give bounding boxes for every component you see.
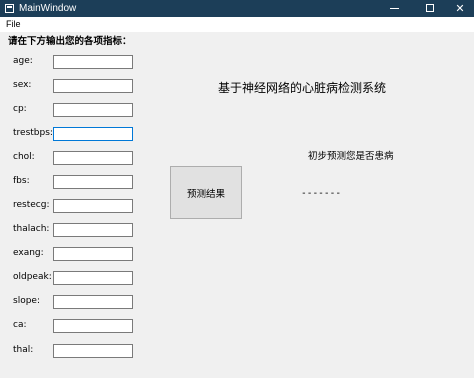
input-sex[interactable] xyxy=(53,79,133,93)
label-exang: exang: xyxy=(13,248,44,258)
form-header: 请在下方输出您的各项指标： xyxy=(8,36,132,47)
input-exang[interactable] xyxy=(53,247,133,261)
menu-bar: File xyxy=(0,17,474,32)
input-thal[interactable] xyxy=(53,344,133,358)
input-trestbps[interactable] xyxy=(53,127,133,141)
label-chol: chol: xyxy=(13,152,35,162)
label-thalach: thalach: xyxy=(13,224,50,234)
label-oldpeak: oldpeak: xyxy=(13,272,52,282)
app-window-icon xyxy=(5,4,14,13)
main-panel: 请在下方输出您的各项指标： age: sex: cp: trestbps: ch… xyxy=(0,32,474,378)
input-cp[interactable] xyxy=(53,103,133,117)
input-age[interactable] xyxy=(53,55,133,69)
title-bar: MainWindow ✕ xyxy=(0,0,474,17)
predict-button[interactable]: 预测结果 xyxy=(170,166,242,219)
menu-file[interactable]: File xyxy=(6,19,21,30)
close-icon: ✕ xyxy=(455,2,465,15)
input-slope[interactable] xyxy=(53,295,133,309)
input-oldpeak[interactable] xyxy=(53,271,133,285)
label-slope: slope: xyxy=(13,296,40,306)
label-restecg: restecg: xyxy=(13,200,50,210)
input-thalach[interactable] xyxy=(53,223,133,237)
maximize-icon xyxy=(426,4,434,12)
input-chol[interactable] xyxy=(53,151,133,165)
result-value: ------- xyxy=(301,188,342,199)
app-title: 基于神经网络的心脏病检测系统 xyxy=(218,81,387,95)
result-caption: 初步预测您是否患病 xyxy=(308,151,394,162)
maximize-button[interactable] xyxy=(416,0,442,17)
label-ca: ca: xyxy=(13,320,27,330)
input-ca[interactable] xyxy=(53,319,133,333)
window-title: MainWindow xyxy=(19,3,77,14)
close-button[interactable]: ✕ xyxy=(446,0,474,17)
label-cp: cp: xyxy=(13,104,27,114)
input-restecg[interactable] xyxy=(53,199,133,213)
label-trestbps: trestbps: xyxy=(13,128,53,138)
label-age: age: xyxy=(13,56,33,66)
label-sex: sex: xyxy=(13,80,32,90)
input-fbs[interactable] xyxy=(53,175,133,189)
minimize-icon xyxy=(390,8,399,9)
minimize-button[interactable] xyxy=(380,0,410,17)
label-fbs: fbs: xyxy=(13,176,30,186)
label-thal: thal: xyxy=(13,345,34,355)
